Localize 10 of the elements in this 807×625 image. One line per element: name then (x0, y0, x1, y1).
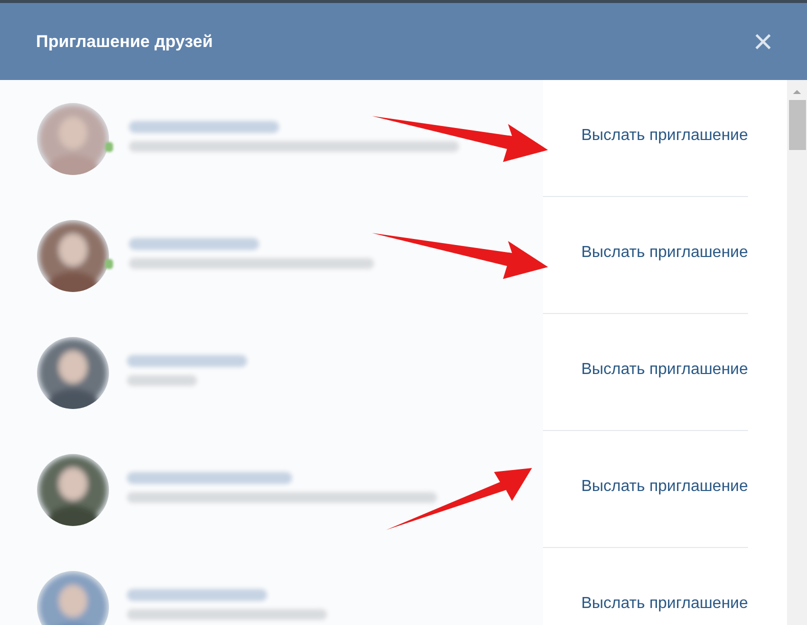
send-invite-link[interactable]: Выслать приглашение (581, 358, 748, 382)
send-invite-link[interactable]: Выслать приглашение (581, 475, 748, 499)
scroll-thumb[interactable] (788, 100, 806, 150)
scroll-up-icon[interactable] (792, 88, 802, 96)
scrollbar[interactable] (787, 80, 807, 625)
send-invite-link[interactable]: Выслать приглашение (581, 124, 748, 148)
dialog-title: Приглашение друзей (36, 30, 213, 53)
blurred-status-drawing (127, 375, 197, 386)
send-invite-link[interactable]: Выслать приглашение (581, 241, 748, 265)
send-invite-link[interactable]: Выслать приглашение (581, 592, 748, 616)
